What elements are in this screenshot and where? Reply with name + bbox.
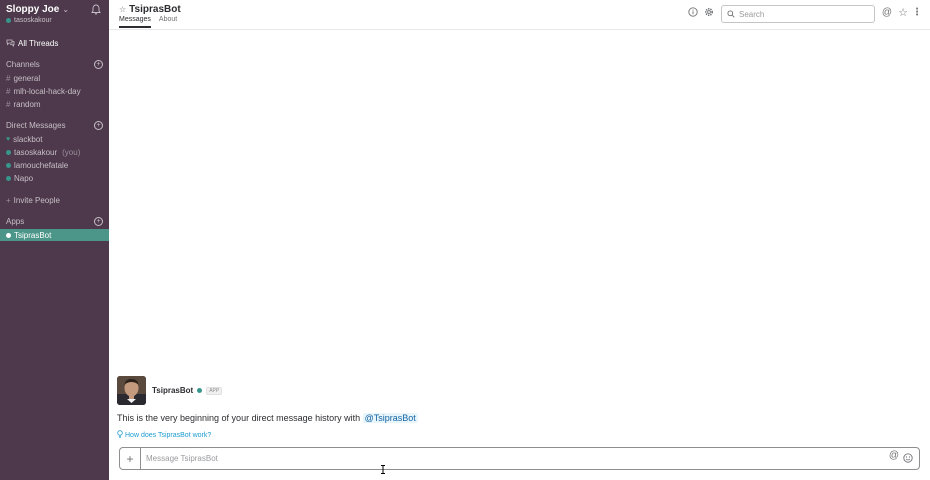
hash-icon: # bbox=[6, 86, 11, 96]
heart-icon: ♥ bbox=[6, 135, 11, 143]
attach-plus-button[interactable]: + bbox=[120, 448, 141, 469]
apps-header-label[interactable]: Apps bbox=[6, 217, 24, 226]
sidebar-item-label: mlh-local-hack-day bbox=[13, 86, 81, 96]
bot-avatar[interactable] bbox=[117, 376, 146, 405]
apps-header: Apps + bbox=[6, 217, 103, 226]
search-box[interactable] bbox=[721, 5, 875, 23]
sidebar-item-lamouchefatale[interactable]: lamouchefatale bbox=[6, 159, 109, 171]
sidebar-item-napo[interactable]: Napo bbox=[6, 172, 109, 184]
direct-messages-header-label[interactable]: Direct Messages bbox=[6, 121, 66, 130]
bot-name[interactable]: TsiprasBot bbox=[152, 386, 193, 395]
tab-about[interactable]: About bbox=[159, 16, 177, 28]
all-threads-label: All Threads bbox=[18, 39, 59, 48]
intro-text: This is the very beginning of your direc… bbox=[117, 413, 361, 423]
star-outline-icon[interactable]: ☆ bbox=[119, 5, 126, 14]
invite-people-link[interactable]: + Invite People bbox=[6, 194, 109, 206]
sidebar-item-label: tasoskakour bbox=[14, 147, 58, 157]
message-pane: TsiprasBot APP This is the very beginnin… bbox=[109, 31, 930, 445]
lightbulb-icon bbox=[117, 430, 123, 440]
intro-message: This is the very beginning of your direc… bbox=[117, 413, 418, 423]
sidebar-item-label: random bbox=[13, 99, 41, 109]
search-input[interactable] bbox=[739, 9, 869, 19]
bell-icon[interactable] bbox=[91, 4, 101, 15]
page-title: TsiprasBot bbox=[129, 4, 181, 15]
sidebar-item-tasoskakour[interactable]: tasoskakour (you) bbox=[6, 146, 109, 158]
add-channel-icon[interactable]: + bbox=[94, 60, 103, 69]
sidebar-item-random[interactable]: # random bbox=[6, 98, 109, 110]
team-name: Sloppy Joe bbox=[6, 4, 60, 15]
presence-icon bbox=[6, 162, 11, 168]
header-tabs: Messages About bbox=[119, 16, 177, 28]
add-app-icon[interactable]: + bbox=[94, 217, 103, 226]
mention-icon[interactable]: @ bbox=[889, 450, 899, 468]
presence-icon bbox=[6, 18, 11, 23]
more-vertical-icon[interactable]: ⋮ bbox=[911, 6, 923, 18]
all-threads-link[interactable]: All Threads bbox=[6, 38, 58, 49]
hash-icon: # bbox=[6, 99, 11, 109]
star-icon[interactable]: ☆ bbox=[897, 6, 909, 19]
sidebar-item-label: lamouchefatale bbox=[14, 160, 69, 170]
sidebar: Sloppy Joe ⌄ tasoskakour All Threads Cha… bbox=[0, 0, 109, 480]
direct-messages-header: Direct Messages + bbox=[6, 121, 103, 130]
sidebar-item-slackbot[interactable]: ♥ slackbot bbox=[6, 133, 109, 145]
presence-icon bbox=[6, 149, 11, 155]
channels-header-label[interactable]: Channels bbox=[6, 60, 40, 69]
hash-icon: # bbox=[6, 73, 11, 83]
sidebar-item-mlh-local-hack-day[interactable]: # mlh-local-hack-day bbox=[6, 85, 109, 97]
sidebar-item-label: general bbox=[13, 73, 41, 83]
current-user: tasoskakour bbox=[14, 17, 52, 24]
plus-icon: + bbox=[6, 195, 11, 205]
presence-icon bbox=[6, 232, 11, 238]
chevron-down-icon: ⌄ bbox=[62, 5, 70, 14]
threads-icon bbox=[6, 38, 15, 49]
emoji-icon[interactable] bbox=[903, 450, 913, 468]
bot-mention-link[interactable]: @TsiprasBot bbox=[362, 413, 418, 423]
mentions-icon[interactable]: @ bbox=[881, 6, 893, 18]
presence-icon bbox=[197, 388, 203, 393]
tab-messages[interactable]: Messages bbox=[119, 16, 151, 28]
app-badge: APP bbox=[206, 386, 223, 395]
info-icon[interactable] bbox=[687, 6, 699, 18]
text-cursor-icon bbox=[380, 461, 386, 474]
presence-icon bbox=[6, 175, 11, 181]
team-switcher[interactable]: Sloppy Joe ⌄ tasoskakour bbox=[6, 4, 69, 24]
sidebar-item-label: Napo bbox=[14, 173, 34, 183]
sidebar-item-label: slackbot bbox=[13, 134, 43, 144]
channels-header: Channels + bbox=[6, 60, 103, 69]
invite-people-label: Invite People bbox=[13, 195, 60, 205]
message-input[interactable] bbox=[141, 454, 889, 463]
message-composer: + @ bbox=[119, 447, 920, 470]
gear-icon[interactable] bbox=[703, 6, 715, 18]
you-suffix: (you) bbox=[62, 147, 81, 157]
search-icon bbox=[727, 5, 735, 23]
add-dm-icon[interactable]: + bbox=[94, 121, 103, 130]
sidebar-item-tsiprasbot[interactable]: TsiprasBot bbox=[0, 229, 109, 241]
sidebar-item-general[interactable]: # general bbox=[6, 72, 109, 84]
help-link-label: How does TsiprasBot work? bbox=[125, 431, 212, 439]
channel-header: ☆ TsiprasBot Messages About @ ☆ ⋮ bbox=[109, 0, 930, 30]
sidebar-item-label: TsiprasBot bbox=[14, 230, 52, 240]
help-link[interactable]: How does TsiprasBot work? bbox=[117, 430, 211, 440]
